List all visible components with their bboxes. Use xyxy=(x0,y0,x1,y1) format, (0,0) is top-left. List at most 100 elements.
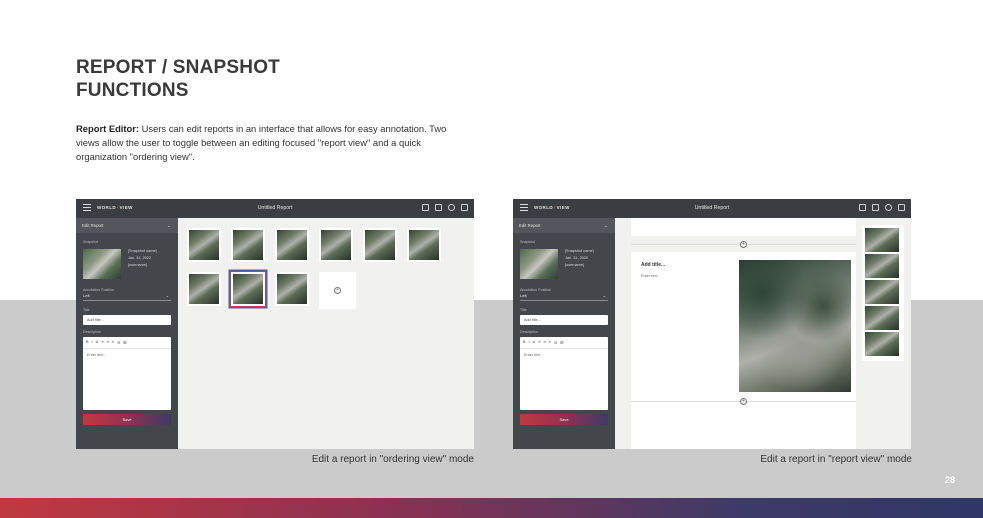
link-button[interactable]: ⊖ xyxy=(554,340,557,345)
insert-page-divider[interactable]: + xyxy=(631,238,856,250)
snapshot-tile[interactable] xyxy=(407,228,441,262)
snapshot-label: Snapshot xyxy=(83,240,99,244)
grid-view-icon[interactable] xyxy=(859,204,866,211)
app-topbar: WORLD/VIEW Untitled Report xyxy=(513,199,911,218)
snapshot-tile[interactable] xyxy=(187,228,221,262)
snapshot-tile[interactable] xyxy=(231,228,265,262)
image-button[interactable]: ⊞ xyxy=(123,340,126,345)
editor-placeholder: Enter text... xyxy=(524,353,544,357)
save-button[interactable]: Save xyxy=(83,414,171,425)
document-title: Untitled Report xyxy=(694,205,730,211)
title-label: Title xyxy=(83,308,90,312)
chevron-down-icon: ⌄ xyxy=(603,223,608,229)
topbar-icon-group xyxy=(422,204,468,211)
underline-button[interactable]: U xyxy=(533,340,536,345)
image-button[interactable]: ⊞ xyxy=(560,340,563,345)
snapshot-tile[interactable] xyxy=(275,228,309,262)
sidebar-header-label: Edit Report xyxy=(519,223,541,228)
chevron-down-icon: ⌄ xyxy=(166,223,171,229)
title-input[interactable]: Add title... xyxy=(83,315,171,325)
annotation-position-value: Left xyxy=(520,293,527,298)
grid-view-icon[interactable] xyxy=(422,204,429,211)
snapshot-tile[interactable] xyxy=(275,272,309,306)
annotation-position-value: Left xyxy=(83,293,90,298)
edit-report-sidebar: Edit Report ⌄ Snapshot [Snapshot name] J… xyxy=(513,218,615,449)
description-label: Description xyxy=(83,330,101,334)
description-editor[interactable]: B I U ≡ ≡ ≡ ⊖ ⊞ Enter text... xyxy=(83,337,171,410)
align-right-button[interactable]: ≡ xyxy=(549,340,551,345)
italic-button[interactable]: I xyxy=(529,340,530,345)
snapshot-label: Snapshot xyxy=(520,240,536,244)
title-input[interactable]: Add title... xyxy=(520,315,608,325)
eye-icon[interactable] xyxy=(885,204,892,211)
edit-report-sidebar: Edit Report ⌄ Snapshot [Snapshot name] J… xyxy=(76,218,178,449)
snapshot-tile[interactable] xyxy=(187,272,221,306)
snapshot-tile-selected[interactable] xyxy=(230,271,266,307)
page-title-line-2: FUNCTIONS xyxy=(76,80,189,101)
annotation-position-label: Annotation Position xyxy=(520,288,551,292)
strip-thumbnail[interactable] xyxy=(865,332,899,356)
app-topbar: WORLD/VIEW Untitled Report xyxy=(76,199,474,218)
snapshot-date: Jan. 31, 2020 xyxy=(128,256,152,260)
snapshot-thumbnail xyxy=(83,249,121,279)
snapshot-tile[interactable] xyxy=(319,228,353,262)
snapshot-tile[interactable] xyxy=(363,228,397,262)
sidebar-header-label: Edit Report xyxy=(82,223,104,228)
align-center-button[interactable]: ≡ xyxy=(107,340,109,345)
description-label: Description xyxy=(520,330,538,334)
bold-button[interactable]: B xyxy=(523,340,526,345)
snapshot-thumbnail xyxy=(520,249,558,279)
snapshot-date: Jan. 31, 2020 xyxy=(565,256,589,260)
page-number: 28 xyxy=(944,475,955,485)
editor-toolbar: B I U ≡ ≡ ≡ ⊖ ⊞ xyxy=(520,337,608,349)
editor-toolbar: B I U ≡ ≡ ≡ ⊖ ⊞ xyxy=(83,337,171,349)
snapshot-thumbnail-strip xyxy=(862,225,904,361)
italic-button[interactable]: I xyxy=(92,340,93,345)
ordering-view-caption: Edit a report in "ordering view" mode xyxy=(311,454,474,465)
filter-icon[interactable] xyxy=(872,204,879,211)
report-page-title[interactable]: Add title... xyxy=(641,262,665,268)
align-right-button[interactable]: ≡ xyxy=(112,340,114,345)
share-icon[interactable] xyxy=(898,204,905,211)
editor-placeholder: Enter text... xyxy=(87,353,107,357)
annotation-position-select[interactable]: Left ⌄ xyxy=(520,293,608,301)
sidebar-header[interactable]: Edit Report ⌄ xyxy=(76,218,178,233)
filter-icon[interactable] xyxy=(435,204,442,211)
intro-paragraph: Report Editor: Users can edit reports in… xyxy=(76,122,456,164)
align-left-button[interactable]: ≡ xyxy=(538,340,540,345)
annotation-position-select[interactable]: Left ⌄ xyxy=(83,293,171,301)
plus-circle-icon: + xyxy=(740,240,747,248)
report-pages: + Add title... Enter text... + xyxy=(631,218,856,449)
brand-gradient-bar xyxy=(0,498,983,518)
document-title: Untitled Report xyxy=(257,205,293,211)
bold-button[interactable]: B xyxy=(86,340,89,345)
save-button[interactable]: Save xyxy=(520,414,608,425)
strip-thumbnail[interactable] xyxy=(865,228,899,252)
align-center-button[interactable]: ≡ xyxy=(544,340,546,345)
report-page-text[interactable]: Enter text... xyxy=(641,274,660,278)
eye-icon[interactable] xyxy=(448,204,455,211)
description-editor[interactable]: B I U ≡ ≡ ≡ ⊖ ⊞ Enter text... xyxy=(520,337,608,410)
share-icon[interactable] xyxy=(461,204,468,211)
satellite-snapshot-image xyxy=(739,260,851,392)
strip-thumbnail[interactable] xyxy=(865,254,899,278)
underline-button[interactable]: U xyxy=(96,340,99,345)
plus-circle-icon: + xyxy=(334,287,341,294)
add-snapshot-button[interactable]: + xyxy=(319,272,356,309)
sidebar-header[interactable]: Edit Report ⌄ xyxy=(513,218,615,233)
snapshot-user: [username] xyxy=(565,263,584,267)
chevron-down-icon: ⌄ xyxy=(602,293,606,298)
snapshot-name: [Snapshot name] xyxy=(128,249,157,253)
strip-thumbnail[interactable] xyxy=(865,280,899,304)
intro-bold-lead: Report Editor: xyxy=(76,123,140,134)
strip-thumbnail[interactable] xyxy=(865,306,899,330)
page-title-line-1: REPORT / SNAPSHOT xyxy=(76,57,280,78)
align-left-button[interactable]: ≡ xyxy=(101,340,103,345)
report-view-caption: Edit a report in "report view" mode xyxy=(760,454,912,465)
annotation-position-label: Annotation Position xyxy=(83,288,114,292)
link-button[interactable]: ⊖ xyxy=(117,340,120,345)
insert-page-divider[interactable]: + xyxy=(631,395,856,407)
title-label: Title xyxy=(520,308,527,312)
report-page-next[interactable] xyxy=(631,410,856,449)
report-page-previous[interactable] xyxy=(631,218,856,236)
